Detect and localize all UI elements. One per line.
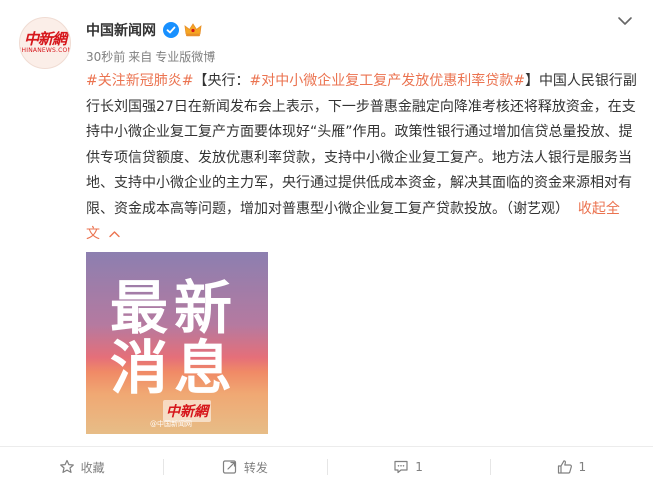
favorite-label: 收藏 [80,460,105,475]
headline-bracket-close: 】 [524,73,539,89]
author-name[interactable]: 中国新闻网 [86,20,156,40]
topic-link[interactable]: #关注新冠肺炎# [86,73,193,89]
repost-icon [222,460,236,474]
chevron-down-icon[interactable] [617,14,633,28]
crown-icon [184,23,202,37]
post-time[interactable]: 30秒前 [86,48,125,65]
thumbs-up-icon [557,460,572,474]
image-watermark: @中国新闻网 [150,420,192,428]
verified-badge-icon [163,22,179,38]
star-icon [59,459,74,473]
repost-label: 转发 [243,460,268,475]
chevron-up-icon [109,231,120,238]
source-prefix: 来自 [128,50,153,64]
comment-count: 1 [415,460,423,474]
comment-button[interactable]: 1 [326,447,490,487]
like-button[interactable]: 1 [489,447,653,487]
comment-icon [394,460,408,474]
action-bar: 收藏 转发 1 1 [0,447,653,487]
author-avatar[interactable]: 中新網 CHINANEWS.COM [19,17,71,69]
image-text-line1: 最新 [110,274,239,342]
image-text-line2: 消息 [110,334,239,402]
avatar-logo-text: 中新網 [23,30,67,48]
avatar-logo-subtext: CHINANEWS.COM [19,47,71,54]
post-body: 中国人民银行副行长刘国强27日在新闻发布会上表示，下一步普惠金融定向降准考核还将… [86,73,637,217]
favorite-button[interactable]: 收藏 [0,447,163,487]
headline-bracket-open: 【央行： [193,73,250,89]
post-source[interactable]: 专业版微博 [155,48,215,65]
headline-topic-link[interactable]: #对中小微企业复工复产发放优惠利率贷款# [249,73,524,89]
repost-button[interactable]: 转发 [163,447,326,487]
post-meta: 30秒前 来自 专业版微博 [86,48,215,65]
author-name-row: 中国新闻网 [86,19,202,41]
post-text: #关注新冠肺炎#【央行：#对中小微企业复工复产发放优惠利率贷款#】中国人民银行副… [86,69,642,248]
post-image[interactable]: 最新 消息 中新網 @中国新闻网 [86,252,268,434]
like-count: 1 [578,460,587,474]
